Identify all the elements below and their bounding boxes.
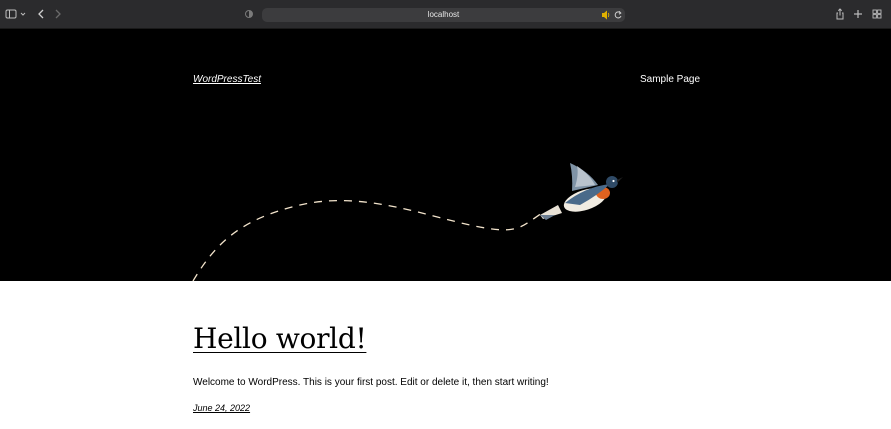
tab-overview-icon[interactable] — [872, 7, 882, 21]
site-header: WordPressTest Sample Page — [0, 29, 891, 281]
sidebar-icon[interactable] — [5, 7, 17, 21]
plus-icon[interactable] — [853, 7, 863, 21]
reload-icon[interactable] — [613, 8, 623, 22]
post-excerpt: Welcome to WordPress. This is your first… — [193, 377, 549, 388]
back-icon[interactable] — [36, 7, 46, 21]
header-illustration — [192, 163, 623, 281]
address-text[interactable]: localhost — [262, 8, 625, 22]
flight-path-line — [192, 199, 546, 281]
privacy-report-icon[interactable] — [244, 7, 254, 21]
share-icon[interactable] — [835, 7, 845, 21]
chevron-down-icon[interactable] — [19, 7, 27, 21]
forward-icon[interactable] — [53, 7, 63, 21]
speaker-icon[interactable] — [601, 8, 611, 22]
post-date-link[interactable]: June 24, 2022 — [193, 403, 250, 413]
browser-toolbar: localhost — [0, 0, 891, 29]
address-bar[interactable]: localhost — [262, 8, 625, 22]
bird-icon — [540, 163, 623, 220]
post-title-link[interactable]: Hello world! — [193, 322, 367, 355]
